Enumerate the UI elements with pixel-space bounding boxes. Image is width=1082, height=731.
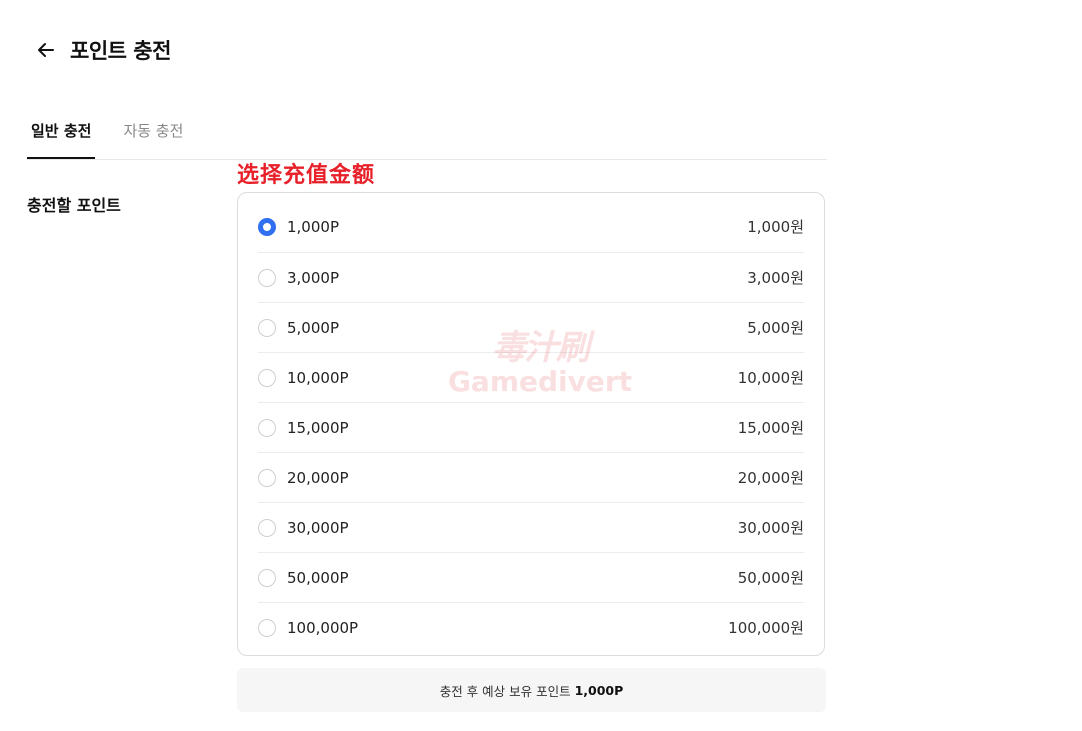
option-price: 10,000원 (737, 369, 804, 387)
option-label: 1,000P (287, 217, 339, 236)
annotation-text: 选择充值金额 (237, 163, 376, 188)
radio-button[interactable] (258, 318, 276, 337)
point-option-100000[interactable]: 100,000P 100,000원 (258, 603, 804, 652)
option-label: 15,000P (287, 418, 349, 437)
tab-auto-charge[interactable]: 자동 충전 (119, 100, 187, 158)
radio-button[interactable] (258, 518, 276, 537)
point-option-5000[interactable]: 5,000P 5,000원 (258, 303, 804, 353)
option-price: 100,000원 (728, 619, 804, 637)
option-label: 20,000P (287, 468, 349, 487)
point-options-list: 1,000P 1,000원 3,000P 3,000원 5,000P 5,000… (237, 192, 825, 656)
option-label: 100,000P (287, 618, 359, 637)
expected-points-summary: 충전 후 예상 보유 포인트 1,000P (237, 668, 826, 712)
option-label: 3,000P (287, 268, 339, 287)
option-price: 20,000원 (737, 469, 804, 487)
point-option-3000[interactable]: 3,000P 3,000원 (258, 253, 804, 303)
radio-button[interactable] (258, 217, 276, 236)
page-title: 포인트 충전 (70, 39, 171, 63)
option-price: 3,000원 (747, 269, 804, 287)
charge-tabs: 일반 충전 자동 충전 (27, 100, 827, 160)
point-option-20000[interactable]: 20,000P 20,000원 (258, 453, 804, 503)
option-label: 50,000P (287, 568, 349, 587)
option-price: 5,000원 (747, 319, 804, 337)
radio-button[interactable] (258, 468, 276, 487)
option-label: 10,000P (287, 368, 349, 387)
option-label: 30,000P (287, 518, 349, 537)
point-option-10000[interactable]: 10,000P 10,000원 (258, 353, 804, 403)
option-price: 1,000원 (747, 218, 804, 236)
option-price: 15,000원 (737, 419, 804, 437)
point-option-1000[interactable]: 1,000P 1,000원 (258, 193, 804, 253)
radio-button[interactable] (258, 268, 276, 287)
radio-button[interactable] (258, 368, 276, 387)
option-price: 50,000원 (737, 569, 804, 587)
option-label: 5,000P (287, 318, 339, 337)
option-price: 30,000원 (737, 519, 804, 537)
tab-normal-charge[interactable]: 일반 충전 (27, 100, 96, 159)
back-button[interactable] (26, 30, 66, 70)
radio-button[interactable] (258, 568, 276, 587)
section-label: 충전할 포인트 (27, 196, 121, 215)
point-option-15000[interactable]: 15,000P 15,000원 (258, 403, 804, 453)
summary-label: 충전 후 예상 보유 포인트 (439, 683, 571, 699)
radio-button[interactable] (258, 418, 276, 437)
point-charge-page: 포인트 충전 일반 충전 자동 충전 选择充值金额 충전할 포인트 1,000P… (0, 0, 1082, 731)
summary-value: 1,000P (574, 682, 624, 698)
radio-button[interactable] (258, 618, 276, 637)
point-option-30000[interactable]: 30,000P 30,000원 (258, 503, 804, 553)
point-option-50000[interactable]: 50,000P 50,000원 (258, 553, 804, 603)
arrow-left-icon (38, 43, 54, 57)
page-header: 포인트 충전 (26, 30, 171, 70)
